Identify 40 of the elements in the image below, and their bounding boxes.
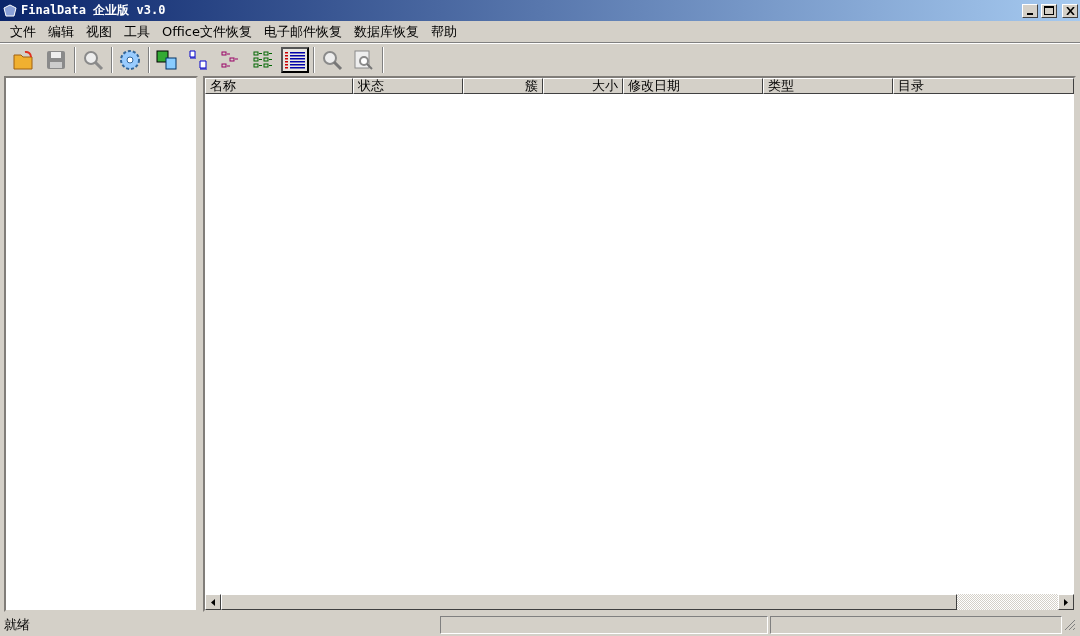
tree-list-icon — [252, 48, 274, 71]
menu-item[interactable]: 文件 — [4, 22, 42, 41]
column-header[interactable]: 修改日期 — [623, 78, 763, 94]
folder-icon — [13, 48, 35, 71]
scroll-thumb[interactable] — [221, 594, 957, 610]
resize-grip-icon — [1064, 619, 1076, 631]
column-header[interactable]: 状态 — [353, 78, 463, 94]
column-header[interactable]: 簇 — [463, 78, 543, 94]
toolbar-button[interactable] — [281, 46, 309, 73]
minimize-button[interactable] — [1022, 3, 1038, 18]
close-icon — [1065, 6, 1075, 15]
menu-item[interactable]: 电子邮件恢复 — [257, 22, 348, 41]
column-header[interactable]: 类型 — [763, 78, 893, 94]
menu-item[interactable]: 工具 — [118, 22, 156, 41]
scroll-left-button[interactable] — [205, 594, 221, 610]
close-button[interactable] — [1062, 3, 1078, 18]
window-title: FinalData 企业版 v3.0 — [21, 2, 167, 19]
menu-item[interactable]: 帮助 — [424, 22, 463, 41]
column-header[interactable]: 名称 — [205, 78, 353, 94]
maximize-button[interactable] — [1041, 3, 1057, 18]
left-arrow-icon — [211, 598, 215, 606]
right-arrow-icon — [1064, 598, 1068, 606]
status-message: 就绪 — [3, 616, 31, 634]
document-search-icon — [353, 48, 375, 71]
minimize-icon — [1027, 12, 1033, 15]
images-icon — [156, 48, 178, 71]
documents-icon — [188, 48, 210, 71]
app-logo-icon — [2, 3, 18, 18]
scroll-right-button[interactable] — [1058, 594, 1074, 610]
horizontal-scrollbar[interactable] — [205, 594, 1074, 610]
column-header[interactable]: 大小 — [543, 78, 623, 94]
column-header[interactable]: 目录 — [893, 78, 1074, 94]
magnifier-icon — [321, 48, 343, 71]
menu-item[interactable]: Office文件恢复 — [156, 22, 258, 41]
maximize-icon — [1044, 6, 1054, 15]
gear-icon — [119, 48, 141, 71]
menu-item[interactable]: 数据库恢复 — [347, 22, 425, 41]
menu-item[interactable]: 视图 — [80, 22, 118, 41]
menu-item[interactable]: 编辑 — [42, 22, 80, 41]
magnifier-icon — [82, 48, 104, 71]
